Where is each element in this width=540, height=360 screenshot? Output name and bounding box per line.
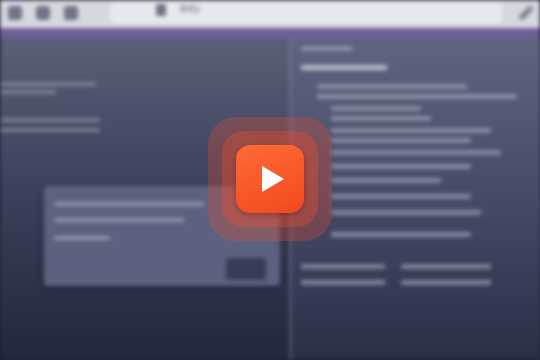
panel-title — [301, 65, 387, 70]
panel-header — [301, 46, 353, 51]
back-arrow-icon[interactable] — [8, 6, 22, 20]
panel-row — [331, 150, 501, 155]
panel-row — [331, 116, 431, 121]
accent-bar — [0, 28, 540, 38]
panel-row — [401, 264, 491, 269]
panel-row — [317, 84, 467, 89]
panel-row — [331, 194, 471, 199]
text-line — [0, 128, 100, 132]
panel-row — [331, 210, 481, 215]
panel-row — [331, 232, 471, 237]
play-button[interactable] — [236, 145, 304, 213]
panel-row — [331, 106, 421, 111]
dialog-text — [54, 218, 184, 222]
url-text: Bitly — [180, 4, 200, 15]
panel-row — [317, 94, 517, 99]
dialog-text — [54, 202, 204, 206]
browser-toolbar: Bitly — [0, 0, 540, 28]
panel-row — [331, 178, 441, 183]
text-line — [0, 118, 100, 122]
panel-row — [331, 164, 471, 169]
panel-row — [301, 280, 385, 285]
pencil-icon[interactable] — [518, 5, 534, 21]
lock-icon — [156, 4, 166, 16]
panel-row — [301, 264, 385, 269]
address-bar[interactable] — [110, 2, 502, 24]
panel-row — [331, 138, 471, 143]
text-line — [0, 82, 96, 86]
text-line — [0, 90, 56, 94]
panel-row — [401, 280, 491, 285]
dialog-confirm-button[interactable] — [226, 258, 266, 280]
reload-icon[interactable] — [64, 6, 78, 20]
panel-row — [331, 128, 491, 133]
play-icon — [262, 166, 284, 192]
forward-arrow-icon[interactable] — [36, 6, 50, 20]
dialog-text — [54, 236, 110, 240]
